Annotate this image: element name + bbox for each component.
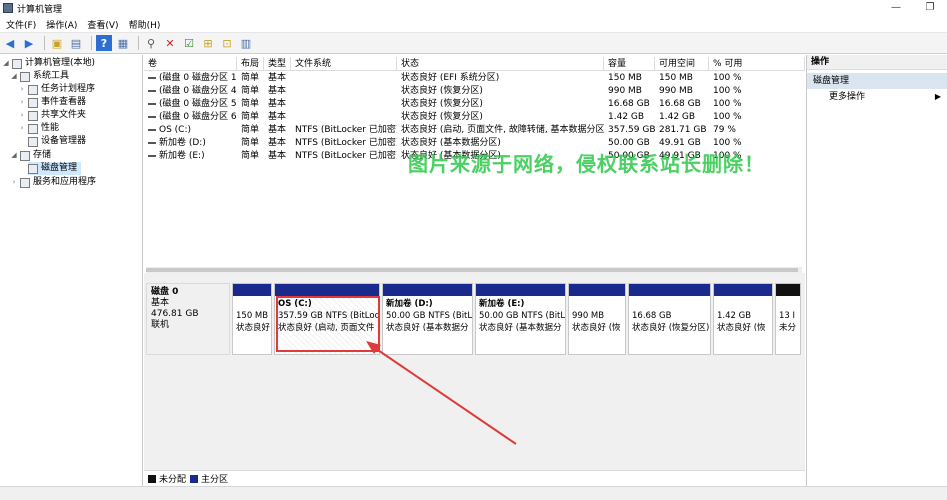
arrow-head <box>366 341 381 354</box>
annotation-arrow <box>366 341 517 445</box>
arrow-shaft <box>371 345 517 445</box>
